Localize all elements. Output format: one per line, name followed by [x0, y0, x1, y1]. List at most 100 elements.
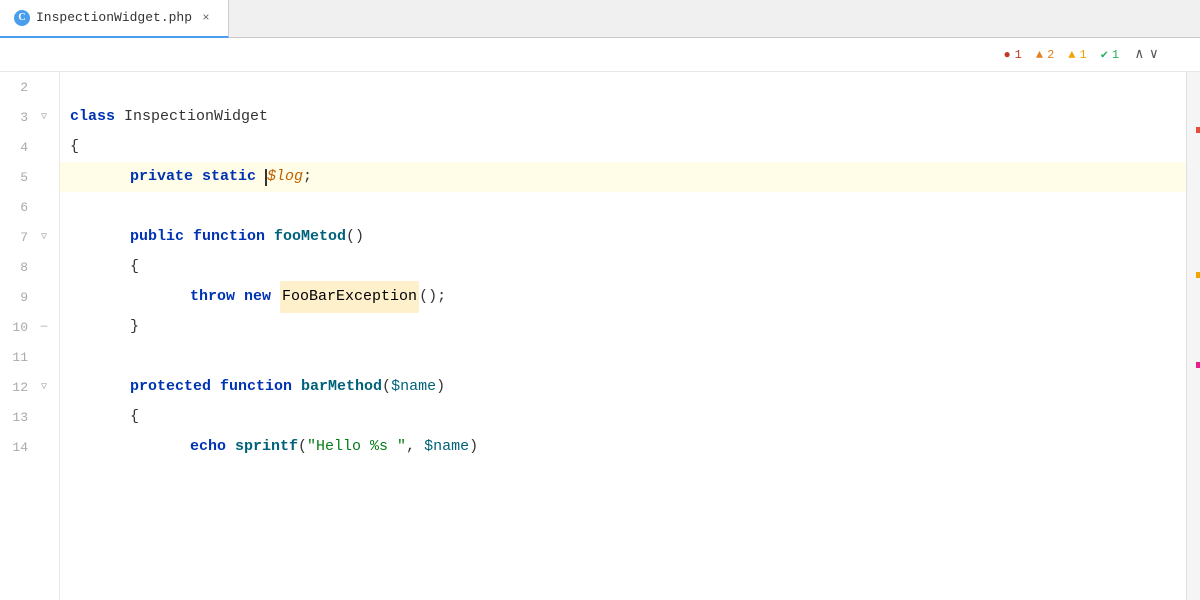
- line-number-12: 12: [0, 380, 36, 395]
- fold-icon-10[interactable]: —: [36, 319, 52, 335]
- keyword-new: new: [244, 282, 280, 312]
- gutter-row-4: 4: [0, 132, 59, 162]
- tab-close-button[interactable]: ×: [198, 10, 214, 26]
- code-line-6: [60, 192, 1186, 222]
- gutter-row-9: 9: [0, 282, 59, 312]
- keyword-function-7: function: [193, 222, 274, 252]
- code-line-13: {: [60, 402, 1186, 432]
- code-line-8: {: [60, 252, 1186, 282]
- line-number-4: 4: [0, 140, 36, 155]
- gutter-row-5: 5: [0, 162, 59, 192]
- gutter: 2 3 ▽ 4 5 6 7 ▽: [0, 72, 60, 600]
- keyword-public: public: [130, 222, 193, 252]
- code-line-10: }: [60, 312, 1186, 342]
- line-number-9: 9: [0, 290, 36, 305]
- exception-class: FooBarException: [280, 281, 419, 313]
- fn-sprintf: sprintf: [235, 432, 298, 462]
- fold-icon-13: [36, 409, 52, 425]
- code-line-12: protected function barMethod ( $name ): [60, 372, 1186, 402]
- ok-indicator[interactable]: ✔ 1: [1101, 47, 1119, 62]
- code-line-4: {: [60, 132, 1186, 162]
- keyword-private: private: [130, 162, 202, 192]
- code-line-14: echo sprintf ( "Hello %s " , $name ): [60, 432, 1186, 462]
- fn-foometod: fooMetod: [274, 222, 346, 252]
- gutter-row-12: 12 ▽: [0, 372, 59, 402]
- line-number-11: 11: [0, 350, 36, 365]
- keyword-static: static: [202, 162, 265, 192]
- fold-icon-2: [36, 79, 52, 95]
- ok-count: 1: [1112, 48, 1119, 62]
- gutter-row-2: 2: [0, 72, 59, 102]
- warning2-indicator[interactable]: ▲ 1: [1068, 48, 1086, 62]
- line-number-14: 14: [0, 440, 36, 455]
- code-line-5: private static $log ;: [60, 162, 1186, 192]
- line-number-3: 3: [0, 110, 36, 125]
- fold-icon-12[interactable]: ▽: [36, 379, 52, 395]
- fold-icon-3[interactable]: ▽: [36, 109, 52, 125]
- gutter-row-13: 13: [0, 402, 59, 432]
- keyword-echo: echo: [190, 432, 235, 462]
- error-indicator[interactable]: ● 1: [1003, 48, 1021, 62]
- fold-icon-11: [36, 349, 52, 365]
- param-name-2: $name: [424, 432, 469, 462]
- file-tab[interactable]: C InspectionWidget.php ×: [0, 0, 229, 38]
- keyword-throw: throw: [190, 282, 244, 312]
- class-name: InspectionWidget: [124, 102, 268, 132]
- indicator-bar: ● 1 ▲ 2 ▲ 1 ✔ 1 ∧ ∨: [0, 38, 1200, 72]
- fold-icon-7[interactable]: ▽: [36, 229, 52, 245]
- warning1-indicator[interactable]: ▲ 2: [1036, 48, 1054, 62]
- error-count: 1: [1015, 48, 1022, 62]
- warning1-count: 2: [1047, 48, 1054, 62]
- gutter-row-7: 7 ▽: [0, 222, 59, 252]
- line-number-2: 2: [0, 80, 36, 95]
- fold-icon-8: [36, 259, 52, 275]
- gutter-row-14: 14: [0, 432, 59, 462]
- scrollbar-marker-warning: [1196, 272, 1200, 278]
- keyword-class: class: [70, 102, 124, 132]
- code-line-11: [60, 342, 1186, 372]
- scrollbar-track[interactable]: [1186, 72, 1200, 600]
- string-hello: "Hello %s ": [307, 432, 406, 462]
- gutter-row-10: 10 —: [0, 312, 59, 342]
- code-line-7: public function fooMetod (): [60, 222, 1186, 252]
- line-number-5: 5: [0, 170, 36, 185]
- warning2-count: 1: [1079, 48, 1086, 62]
- editor-container: C InspectionWidget.php × ● 1 ▲ 2 ▲ 1 ✔ 1…: [0, 0, 1200, 600]
- file-type-icon: C: [14, 10, 30, 26]
- ok-icon: ✔: [1101, 47, 1108, 62]
- line-number-6: 6: [0, 200, 36, 215]
- error-icon: ●: [1003, 48, 1010, 62]
- fold-icon-4: [36, 139, 52, 155]
- fold-icon-9: [36, 289, 52, 305]
- nav-up-arrow[interactable]: ∧: [1133, 46, 1145, 63]
- gutter-row-11: 11: [0, 342, 59, 372]
- fold-icon-5: [36, 169, 52, 185]
- scrollbar-marker-info: [1196, 362, 1200, 368]
- warning2-icon: ▲: [1068, 48, 1075, 62]
- code-line-2: [60, 72, 1186, 102]
- var-log: $log: [267, 162, 303, 192]
- code-line-3: class InspectionWidget: [60, 102, 1186, 132]
- keyword-function-12: function: [220, 372, 301, 402]
- line-number-10: 10: [0, 320, 36, 335]
- scrollbar-marker-error: [1196, 127, 1200, 133]
- line-number-7: 7: [0, 230, 36, 245]
- fold-icon-14: [36, 439, 52, 455]
- nav-down-arrow[interactable]: ∨: [1148, 46, 1160, 63]
- tab-bar: C InspectionWidget.php ×: [0, 0, 1200, 38]
- keyword-protected: protected: [130, 372, 220, 402]
- nav-arrows: ∧ ∨: [1133, 46, 1160, 63]
- fold-icon-6: [36, 199, 52, 215]
- tab-filename: InspectionWidget.php: [36, 10, 192, 25]
- gutter-row-6: 6: [0, 192, 59, 222]
- code-line-9: throw new FooBarException ();: [60, 282, 1186, 312]
- line-number-8: 8: [0, 260, 36, 275]
- code-content[interactable]: class InspectionWidget { private static …: [60, 72, 1186, 600]
- line-number-13: 13: [0, 410, 36, 425]
- warning1-icon: ▲: [1036, 48, 1043, 62]
- fn-barmethod: barMethod: [301, 372, 382, 402]
- gutter-row-3: 3 ▽: [0, 102, 59, 132]
- gutter-row-8: 8: [0, 252, 59, 282]
- code-area: 2 3 ▽ 4 5 6 7 ▽: [0, 72, 1200, 600]
- param-name: $name: [391, 372, 436, 402]
